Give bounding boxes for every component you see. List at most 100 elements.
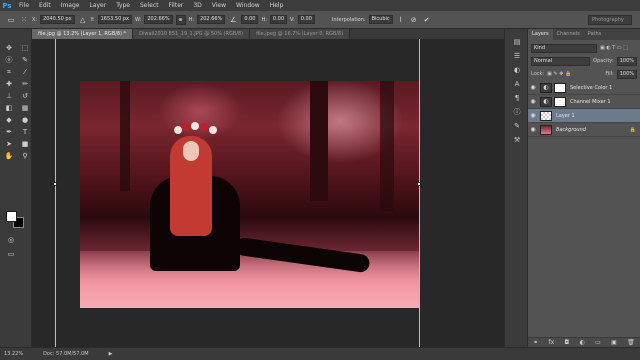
fill-input[interactable]: 100% <box>616 69 637 79</box>
layer-filter-kind[interactable]: Kind <box>531 43 597 53</box>
screen-mode-icon[interactable]: ▭ <box>4 249 18 259</box>
eye-icon[interactable]: ◉ <box>528 98 538 105</box>
vskew-input[interactable]: 0.00 <box>297 15 315 24</box>
eraser-tool-icon[interactable]: ◧ <box>2 103 16 113</box>
adjustment-thumb-icon: ◐ <box>540 82 552 93</box>
eye-icon[interactable]: ◉ <box>528 126 538 133</box>
hand-tool-icon[interactable]: ✋ <box>2 151 16 161</box>
tree-trunk <box>380 81 394 211</box>
h-input[interactable]: 202.66% <box>197 15 226 24</box>
y-input[interactable]: 1653.50 px <box>97 15 133 24</box>
commit-transform-icon[interactable]: ✔ <box>422 15 432 25</box>
cancel-transform-icon[interactable]: ⊘ <box>409 15 419 25</box>
character-icon[interactable]: A <box>505 77 529 91</box>
tab-diwali[interactable]: Diwali2010 851_19_1.JPG @ 50% (RGB/8) <box>133 29 251 39</box>
opacity-input[interactable]: 100% <box>616 56 637 66</box>
eye-icon[interactable]: ◉ <box>528 84 538 91</box>
healing-tool-icon[interactable]: ✚ <box>2 79 16 89</box>
document-tabs: file.jpg @ 13.2% (Layer 1, RGB/8) * Diwa… <box>32 29 504 39</box>
menu-select[interactable]: Select <box>135 0 164 11</box>
menu-layer[interactable]: Layer <box>84 0 111 11</box>
transform-handle-left[interactable] <box>53 182 57 186</box>
transform-handle-right[interactable] <box>417 182 421 186</box>
history-brush-tool-icon[interactable]: ↺ <box>18 91 32 101</box>
canvas-area[interactable] <box>32 39 504 347</box>
fx-icon[interactable]: fx <box>549 339 555 346</box>
angle-icon: ∠ <box>230 15 237 24</box>
new-layer-icon[interactable]: ▣ <box>611 339 617 346</box>
mask-thumbnail[interactable] <box>554 96 566 107</box>
x-input[interactable]: 2040.50 px <box>40 15 75 24</box>
adjustments-icon[interactable]: ◐ <box>505 63 529 77</box>
shape-tool-icon[interactable]: ■ <box>18 139 32 149</box>
tab-file-jpeg[interactable]: file.jpeg @ 16.7% (Layer 0, RGB/8) <box>250 29 351 39</box>
menu-edit[interactable]: Edit <box>34 0 56 11</box>
tool-presets-icon[interactable]: ⚒ <box>505 133 529 147</box>
reference-point-icon[interactable]: ⁙ <box>19 15 29 25</box>
document-image <box>80 81 419 308</box>
move-tool-icon[interactable]: ✥ <box>2 43 16 53</box>
quick-select-tool-icon[interactable]: ✎ <box>18 55 32 65</box>
layer-row[interactable]: ◉ ◐ Selective Color 1 <box>528 81 640 95</box>
interpolation-select[interactable]: Bicubic <box>368 15 393 24</box>
foreground-color-swatch[interactable] <box>6 211 17 222</box>
layer-name: Layer 1 <box>556 112 575 119</box>
dodge-tool-icon[interactable]: ● <box>18 115 32 125</box>
stamp-tool-icon[interactable]: ⊥ <box>2 91 16 101</box>
warp-icon[interactable]: ⌇ <box>396 15 406 25</box>
mask-thumbnail[interactable] <box>554 82 566 93</box>
link-icon[interactable]: ⚭ <box>175 14 186 25</box>
filter-icons[interactable]: ▣ ◐ T ▭ ⬚ <box>600 45 628 51</box>
brush-tool-icon[interactable]: ✏ <box>18 79 32 89</box>
hskew-input[interactable]: 0.00 <box>269 15 288 24</box>
info-icon[interactable]: ⓘ <box>505 105 529 119</box>
hskew-label: H: <box>261 16 267 23</box>
w-input[interactable]: 202.66% <box>144 15 173 24</box>
tab-channels[interactable]: Channels <box>553 29 584 40</box>
menu-help[interactable]: Help <box>265 0 289 11</box>
link-layers-icon[interactable]: ⚭ <box>533 339 538 346</box>
properties-icon[interactable]: ☰ <box>505 49 529 63</box>
type-tool-icon[interactable]: T <box>18 127 32 137</box>
gradient-tool-icon[interactable]: ▦ <box>18 103 32 113</box>
blend-mode-select[interactable]: Normal <box>531 56 591 66</box>
transform-edge-right <box>419 39 420 347</box>
brush-presets-icon[interactable]: ✎ <box>505 119 529 133</box>
lock-icons[interactable]: ▣ ✎ ✥ 🔒 <box>547 71 571 77</box>
tab-file-jpg[interactable]: file.jpg @ 13.2% (Layer 1, RGB/8) * <box>32 29 134 39</box>
paragraph-icon[interactable]: ¶ <box>505 91 529 105</box>
marquee-tool-icon[interactable]: ⬚ <box>18 43 32 53</box>
lasso-tool-icon[interactable]: ⓞ <box>2 55 16 65</box>
tool-preset-icon[interactable]: ▭ <box>6 15 16 25</box>
eye-icon[interactable]: ◉ <box>528 112 538 119</box>
menu-view[interactable]: View <box>207 0 231 11</box>
layer-thumbnail <box>540 124 552 135</box>
path-select-tool-icon[interactable]: ➤ <box>2 139 16 149</box>
tab-layers[interactable]: Layers <box>528 29 553 40</box>
menu-file[interactable]: File <box>14 0 34 11</box>
history-icon[interactable]: ▤ <box>505 35 529 49</box>
quick-mask-icon[interactable]: ◎ <box>4 235 18 245</box>
new-group-icon[interactable]: ▭ <box>595 339 601 346</box>
menu-window[interactable]: Window <box>231 0 265 11</box>
eyedropper-tool-icon[interactable]: ⁄ <box>18 67 32 77</box>
zoom-tool-icon[interactable]: ⚲ <box>18 151 32 161</box>
layer-row[interactable]: ◉ ◐ Channel Mixer 1 <box>528 95 640 109</box>
layer-row-selected[interactable]: ◉ Layer 1 <box>528 109 640 123</box>
workspace-select[interactable]: Photography <box>588 15 632 25</box>
menu-filter[interactable]: Filter <box>164 0 189 11</box>
menu-3d[interactable]: 3D <box>188 0 206 11</box>
angle-input[interactable]: 0.00 <box>241 15 259 24</box>
blur-tool-icon[interactable]: ◆ <box>2 115 16 125</box>
crop-tool-icon[interactable]: ⌗ <box>2 67 16 77</box>
pen-tool-icon[interactable]: ✒ <box>2 127 16 137</box>
add-mask-icon[interactable]: ◘ <box>565 339 570 346</box>
menu-image[interactable]: Image <box>56 0 85 11</box>
status-menu-arrow-icon[interactable]: ▶ <box>109 351 113 357</box>
menu-type[interactable]: Type <box>111 0 135 11</box>
new-adjustment-icon[interactable]: ◐ <box>580 339 585 346</box>
layer-row[interactable]: ◉ Background 🔒 <box>528 123 640 137</box>
tab-paths[interactable]: Paths <box>584 29 606 40</box>
zoom-level[interactable]: 13.22% <box>4 351 23 357</box>
trash-icon[interactable]: 🗑 <box>627 339 635 346</box>
